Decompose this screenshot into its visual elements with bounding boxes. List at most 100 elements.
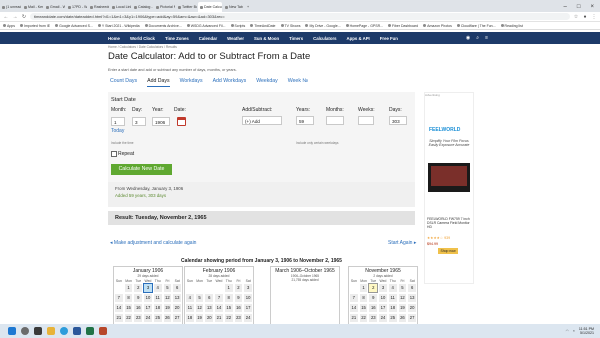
system-tray[interactable]: ◠ ◖ 11:51 PM 5/1/2021 [566, 327, 600, 335]
excel-icon[interactable] [86, 327, 94, 335]
adjust-link[interactable]: ◂ Make adjustment and calculate again [110, 240, 196, 246]
bookmark-item[interactable]: HomePage - GPSR... [345, 24, 383, 28]
bookmark-item[interactable]: Google Advanced S... [55, 24, 93, 28]
browser-tab[interactable]: 17PD - Wikiped× [66, 2, 87, 12]
back-icon[interactable]: ← [3, 14, 9, 20]
bookmark-item[interactable]: Cloudflare | The Fun... [456, 24, 496, 28]
calendar-icon[interactable] [177, 117, 186, 126]
menu-icon[interactable]: ≡ [485, 35, 488, 41]
repeat-checkbox[interactable]: Repeat [111, 151, 134, 157]
month-field[interactable]: 1 [111, 117, 125, 126]
nav-item-world-clock[interactable]: World Clock [130, 36, 155, 41]
ad-product-image[interactable] [428, 163, 470, 192]
browser-tab[interactable]: Date Calculato× [198, 2, 222, 12]
bookmark-item[interactable]: Reading list [500, 23, 523, 28]
nav-item-timers[interactable]: Timers [289, 36, 303, 41]
clock[interactable]: 11:51 PM 5/1/2021 [579, 327, 594, 335]
start-again-link[interactable]: Start Again ▸ [388, 240, 416, 246]
file-explorer-icon[interactable] [47, 327, 55, 335]
nav-item-time-zones[interactable]: Time Zones [165, 36, 189, 41]
search-icon[interactable] [21, 327, 29, 335]
tab-add-workdays[interactable]: Add Workdays [213, 78, 247, 87]
url-field[interactable]: timeanddate.com/date/dateadded.html?d1=1… [30, 13, 570, 20]
user-icon[interactable]: ◉ [466, 35, 470, 41]
day-cell: 21 [349, 313, 359, 323]
year-field[interactable]: 1906 [152, 117, 170, 126]
bookmark-item[interactable]: Fiber Dashboard [388, 24, 418, 28]
nav-item-calendar[interactable]: Calendar [199, 36, 217, 41]
nav-item-calculators[interactable]: Calculators [313, 36, 336, 41]
word-icon[interactable] [73, 327, 81, 335]
menu-dots-icon[interactable]: ⋮ [591, 14, 597, 20]
tab-weekday[interactable]: Weekday [256, 78, 278, 87]
profile-icon[interactable]: ● [582, 14, 588, 20]
star-icon[interactable]: ☆ [573, 14, 579, 20]
volume-icon[interactable]: ◖ [573, 329, 575, 333]
bookmark-label: WSDG Advanced Fil... [190, 23, 226, 28]
bookmark-item[interactable]: Scripts [230, 24, 245, 28]
day-cell: 12 [397, 293, 408, 303]
browser-tab[interactable]: Twitter Budget× [176, 2, 197, 12]
ad-product-name[interactable]: FEELWORLD FW759 7 inch DSLR Camera Field… [427, 217, 472, 229]
add-subtract-select[interactable]: (+) Add [242, 116, 282, 125]
wifi-icon[interactable]: ◠ [566, 329, 569, 333]
browser-tab[interactable]: Local Links - In× [110, 2, 131, 12]
ad-label: Advertising [425, 93, 440, 97]
tab-workdays[interactable]: Workdays [180, 78, 203, 87]
address-bar-row: ← → ↻ timeanddate.com/date/dateadded.htm… [0, 12, 600, 22]
nav-item-sun-moon[interactable]: Sun & Moon [254, 36, 279, 41]
years-field[interactable]: 59 [296, 116, 314, 125]
months-field[interactable] [326, 116, 344, 125]
tab-week-[interactable]: Week № [288, 78, 308, 87]
bookmark-item[interactable]: Apps [3, 24, 15, 28]
weeks-field[interactable] [358, 116, 374, 125]
windows-start-icon[interactable] [8, 327, 16, 335]
ad-shop-button[interactable]: Shop now [438, 248, 458, 254]
tab-add-days[interactable]: Add Days [147, 78, 170, 87]
day-cell: 3 [143, 283, 153, 293]
day-cell: 8 [358, 293, 369, 303]
bookmark-item[interactable]: Imported from IE [19, 24, 50, 28]
nav-item-weather[interactable]: Weather [227, 36, 244, 41]
days-field[interactable]: 303 [389, 116, 407, 125]
month-label: Month: [111, 107, 127, 113]
ad-panel[interactable]: Advertising FEELWORLD Simplify Your Film… [424, 92, 474, 284]
nav-item-apps-api[interactable]: Apps & API [347, 36, 370, 41]
tab-count-days[interactable]: Count Days [110, 78, 137, 87]
new-tab-button[interactable]: + [245, 2, 253, 12]
checkbox-box[interactable] [111, 151, 117, 157]
day-field[interactable]: 3 [132, 117, 146, 126]
search-icon[interactable]: ⌕ [476, 35, 479, 41]
bookmark-item[interactable]: Y Start 2021 - Wikipedia [97, 24, 140, 28]
certain-weekdays-link[interactable]: Include only certain weekdays [296, 141, 339, 145]
include-time-link[interactable]: Include the time [111, 141, 134, 145]
browser-tab[interactable]: Gmail - Wikiped× [44, 2, 65, 12]
month-subtitle: 29 days added [137, 274, 159, 278]
minimize-icon[interactable]: – [564, 4, 567, 10]
powerpoint-icon[interactable] [99, 327, 107, 335]
calculate-button[interactable]: Calculate New Date [111, 164, 172, 175]
task-view-icon[interactable] [34, 327, 42, 335]
bookmark-item[interactable]: WSDG Advanced Fil... [186, 23, 226, 28]
browser-tab[interactable]: New Tab× [223, 2, 244, 12]
nav-item-home[interactable]: Home [108, 36, 120, 41]
bookmark-label: Reading list [504, 23, 523, 28]
browser-tab[interactable]: Mail - Kerry Bu× [22, 2, 43, 12]
reload-icon[interactable]: ↻ [21, 14, 27, 20]
bookmark-item[interactable]: Documents Archive... [144, 24, 182, 28]
browser-tab[interactable]: Catalog - 4m× [132, 2, 153, 12]
browser-tab[interactable]: (1 unread) - ve× [0, 2, 21, 12]
chrome-icon[interactable] [60, 327, 68, 335]
browser-tab[interactable]: Rasheedulla C× [88, 2, 109, 12]
browser-tab-label: Catalog - 4m [138, 5, 153, 9]
maximize-icon[interactable]: □ [577, 4, 581, 10]
close-window-icon[interactable]: × [590, 4, 594, 10]
today-link[interactable]: Today [111, 128, 124, 134]
bookmark-item[interactable]: TimeAndDate [250, 24, 276, 28]
nav-item-free-fun[interactable]: Free Fun [380, 36, 398, 41]
bookmark-item[interactable]: My Drive - Google... [305, 24, 341, 28]
bookmark-item[interactable]: TV Shows [280, 24, 300, 28]
browser-tab[interactable]: Pictorial News× [154, 2, 175, 12]
bookmark-item[interactable]: Amazon Photos [423, 24, 452, 28]
forward-icon[interactable]: → [12, 14, 18, 20]
